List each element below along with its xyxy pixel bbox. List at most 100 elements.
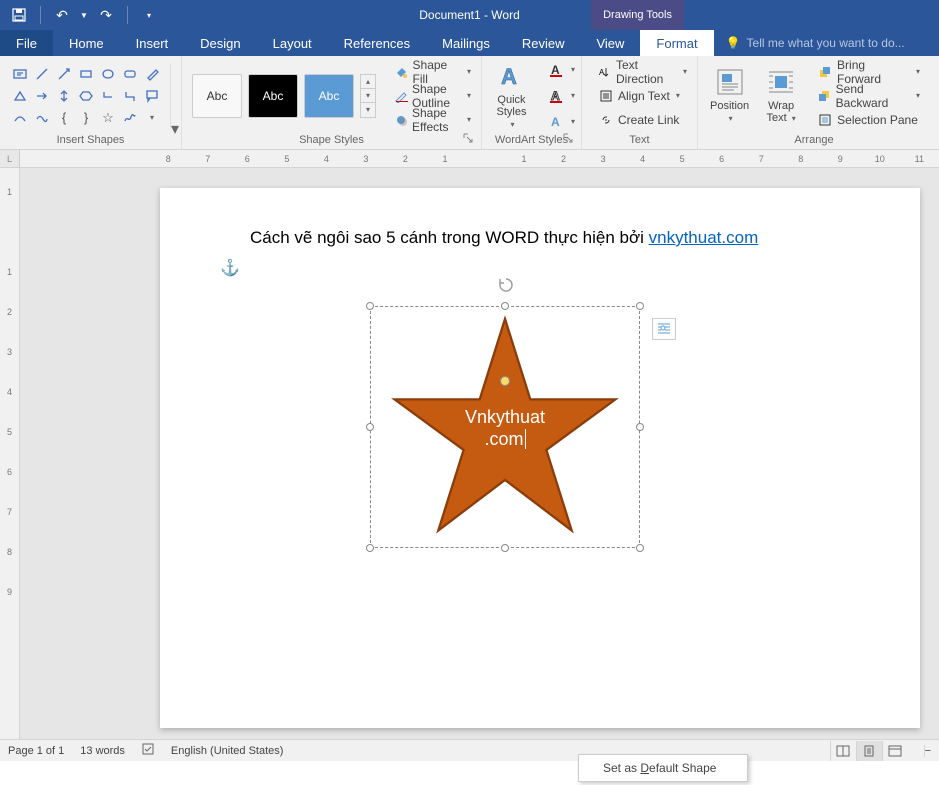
tab-mailings[interactable]: Mailings [426, 30, 506, 56]
align-icon [598, 88, 614, 104]
redo-button[interactable]: ↷ [93, 2, 119, 28]
shape-fill-button[interactable]: Shape Fill▾ [390, 61, 475, 83]
resize-handle[interactable] [636, 544, 644, 552]
layout-options-button[interactable] [652, 318, 676, 340]
group-text: AText Direction▾ Align Text▾ Create Link… [582, 56, 698, 149]
shape-more-icon[interactable]: ▾ [142, 108, 162, 128]
shape-outline-button[interactable]: Shape Outline▾ [390, 85, 475, 107]
zoom-out-button[interactable]: − [924, 745, 931, 757]
rotate-handle-icon[interactable] [497, 276, 515, 299]
word-count[interactable]: 13 words [80, 745, 125, 757]
style-preset-3[interactable]: Abc [304, 74, 354, 118]
shape-text[interactable]: Vnkythuat .com [370, 406, 640, 450]
tab-references[interactable]: References [328, 30, 426, 56]
shape-connector-icon[interactable] [120, 86, 140, 106]
bring-forward-button[interactable]: Bring Forward▾ [813, 61, 924, 83]
shape-brace-icon[interactable]: { [54, 108, 74, 128]
text-outline-button[interactable]: A▾ [549, 85, 575, 107]
tell-me-label: Tell me what you want to do... [747, 36, 905, 50]
qat-customize[interactable]: ▾ [136, 2, 162, 28]
tab-layout[interactable]: Layout [257, 30, 328, 56]
document-title: Document1 - Word [419, 8, 519, 22]
group-label: Shape Styles [299, 133, 364, 149]
text-direction-button[interactable]: AText Direction▾ [594, 61, 691, 83]
document-text[interactable]: Cách vẽ ngôi sao 5 cánh trong WORD thực … [250, 228, 830, 248]
page-area[interactable]: Cách vẽ ngôi sao 5 cánh trong WORD thực … [20, 168, 939, 739]
resize-handle[interactable] [501, 544, 509, 552]
shape-effects-button[interactable]: Shape Effects▾ [390, 109, 475, 131]
shape-callout-icon[interactable] [142, 86, 162, 106]
shape-roundrect-icon[interactable] [120, 64, 140, 84]
selection-pane-label: Selection Pane [837, 113, 918, 127]
text-effects-icon: A [549, 114, 565, 130]
resize-handle[interactable] [501, 302, 509, 310]
shape-rect-icon[interactable] [76, 64, 96, 84]
print-layout-button[interactable] [856, 741, 882, 761]
shape-line-arrow-icon[interactable] [54, 64, 74, 84]
tab-insert[interactable]: Insert [120, 30, 185, 56]
shape-star-icon[interactable]: ☆ [98, 108, 118, 128]
ruler-tick: 9 [7, 572, 12, 612]
align-text-button[interactable]: Align Text▾ [594, 85, 691, 107]
shape-textbox-icon[interactable] [10, 64, 30, 84]
style-preset-1[interactable]: Abc [192, 74, 242, 118]
undo-button[interactable]: ↶ [49, 2, 75, 28]
shape-edit-icon[interactable] [142, 64, 162, 84]
shape-oval-icon[interactable] [98, 64, 118, 84]
shape-arrow-updown-icon[interactable] [54, 86, 74, 106]
wrap-text-button[interactable]: WrapText ▾ [759, 62, 803, 130]
tab-view[interactable]: View [580, 30, 640, 56]
page[interactable]: Cách vẽ ngôi sao 5 cánh trong WORD thực … [160, 188, 920, 728]
ruler-tick: 4 [7, 372, 12, 412]
shape-brace2-icon[interactable]: } [76, 108, 96, 128]
create-link-button[interactable]: Create Link [594, 109, 691, 131]
hyperlink[interactable]: vnkythuat.com [649, 228, 759, 247]
resize-handle[interactable] [636, 302, 644, 310]
shape-hexagon-icon[interactable] [76, 86, 96, 106]
resize-handle[interactable] [366, 302, 374, 310]
tab-review[interactable]: Review [506, 30, 581, 56]
separator [127, 6, 128, 24]
shape-triangle-icon[interactable] [10, 86, 30, 106]
language-indicator[interactable]: English (United States) [171, 745, 284, 757]
ruler-horizontal[interactable]: L 8 7 6 5 4 3 2 1 1 2 3 4 5 6 7 8 9 10 1… [0, 150, 939, 168]
tab-design[interactable]: Design [184, 30, 256, 56]
position-button[interactable]: Position▾ [704, 62, 755, 130]
tab-home[interactable]: Home [53, 30, 120, 56]
selection-pane-button[interactable]: Selection Pane [813, 109, 924, 131]
quick-styles-button[interactable]: A QuickStyles ▾ [488, 62, 535, 130]
save-button[interactable] [6, 2, 32, 28]
tab-format[interactable]: Format [640, 30, 713, 56]
shape-elbow-icon[interactable] [98, 86, 118, 106]
tab-file[interactable]: File [0, 30, 53, 56]
ruler-tick: 6 [228, 154, 268, 164]
shapes-gallery[interactable]: { } ☆ ▾ [6, 60, 166, 132]
ruler-vertical[interactable]: 1 1 2 3 4 5 6 7 8 9 [0, 168, 20, 739]
style-preset-2[interactable]: Abc [248, 74, 298, 118]
shape-selection[interactable]: Vnkythuat .com [370, 306, 640, 548]
send-backward-button[interactable]: Send Backward▾ [813, 85, 924, 107]
dialog-launcher-icon[interactable] [463, 133, 473, 143]
ruler-tick: 8 [7, 532, 12, 572]
read-mode-button[interactable] [830, 741, 856, 761]
page-indicator[interactable]: Page 1 of 1 [8, 745, 64, 757]
tell-me-search[interactable]: 💡 Tell me what you want to do... [714, 30, 939, 56]
proofing-icon[interactable] [141, 742, 155, 759]
shape-line-icon[interactable] [32, 64, 52, 84]
style-gallery-spinner[interactable]: ▴▾▾ [360, 74, 376, 118]
shapes-expand[interactable]: ▾ [170, 63, 179, 129]
shape-arrow-right-icon[interactable] [32, 86, 52, 106]
undo-dropdown[interactable]: ▼ [79, 2, 89, 28]
dialog-launcher-icon[interactable] [563, 133, 573, 143]
shape-curve-icon[interactable] [10, 108, 30, 128]
text-effects-button[interactable]: A▾ [549, 111, 575, 133]
svg-text:A: A [599, 68, 605, 77]
web-layout-button[interactable] [882, 741, 908, 761]
selection-icon [817, 112, 833, 128]
shape-freeform-icon[interactable] [32, 108, 52, 128]
position-label: Position [710, 100, 749, 112]
resize-handle[interactable] [366, 544, 374, 552]
menu-set-default-shape[interactable]: Set as Default Shape [579, 757, 747, 779]
shape-scribble-icon[interactable] [120, 108, 140, 128]
text-fill-button[interactable]: A▾ [549, 59, 575, 81]
